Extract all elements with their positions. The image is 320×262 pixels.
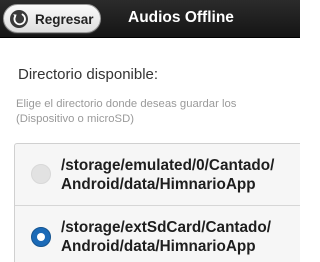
header-bar: Regresar Audios Offline [0,0,300,38]
option-path-line: /storage/extSdCard/Cantado/ [61,219,271,236]
radio-unselected-icon[interactable] [31,164,51,184]
option-path-line: /storage/emulated/0/Cantado/ [61,157,275,174]
option-label: /storage/emulated/0/Cantado/ Android/dat… [61,156,274,194]
radio-dot [37,233,45,241]
page-title: Audios Offline [128,9,234,26]
directory-option-internal[interactable]: /storage/emulated/0/Cantado/ Android/dat… [15,144,300,205]
section-description: Elige el directorio donde deseas guardar… [16,97,300,127]
option-path-line: Android/data/HimnarioApp [61,176,256,193]
directory-options-list: /storage/emulated/0/Cantado/ Android/dat… [14,143,300,262]
description-line: Elige el directorio donde deseas guardar… [16,98,237,110]
radio-selected-icon[interactable] [31,227,51,247]
section-heading: Directorio disponible: [18,66,159,83]
description-line: (Dispositivo o microSD) [16,113,135,125]
directory-option-sdcard[interactable]: /storage/extSdCard/Cantado/ Android/data… [15,205,300,262]
back-button[interactable]: Regresar [3,4,101,33]
option-label: /storage/extSdCard/Cantado/ Android/data… [61,218,271,256]
app-screen: Regresar Audios Offline Directorio dispo… [0,0,300,262]
option-path-line: Android/data/HimnarioApp [61,238,256,255]
back-button-label: Regresar [35,12,94,27]
back-arrow-icon [10,10,28,28]
